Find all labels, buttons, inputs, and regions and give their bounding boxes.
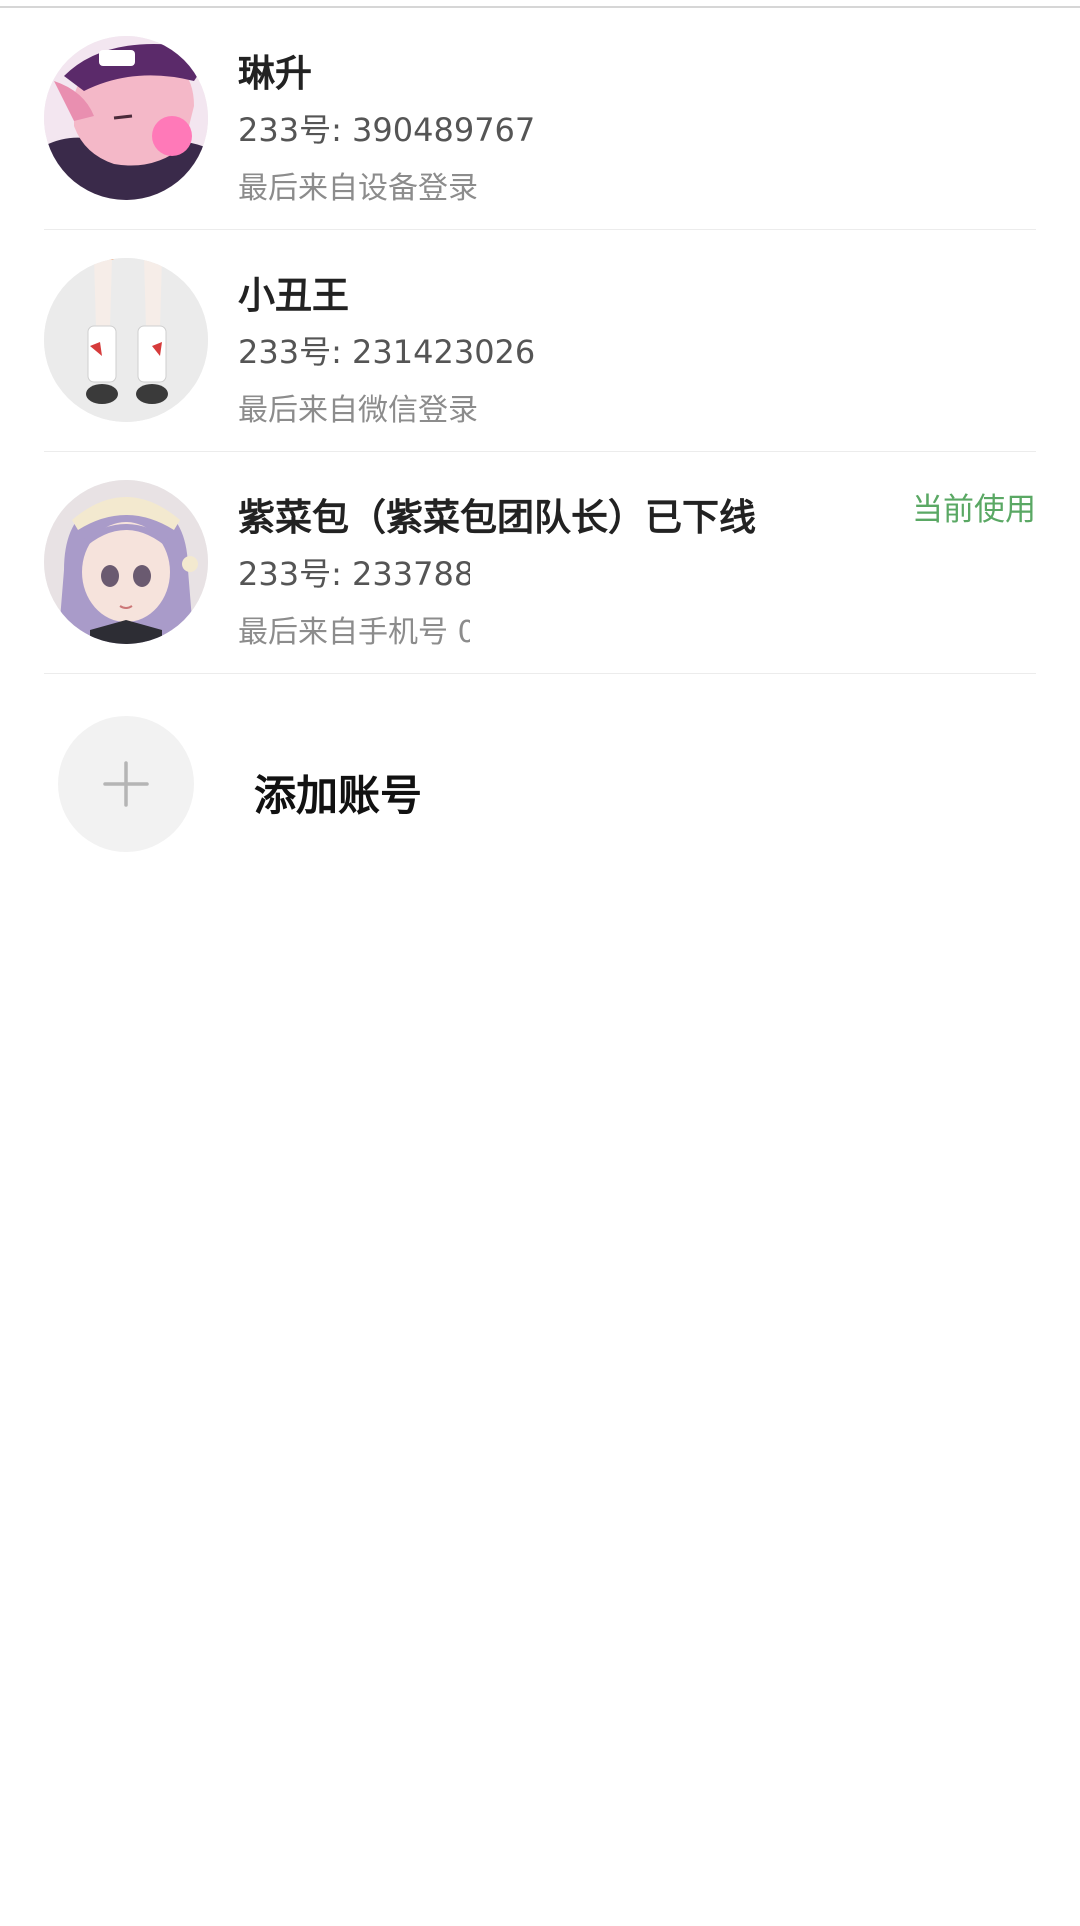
account-nickname: 琳升 <box>238 52 312 95</box>
account-row-current[interactable]: 紫菜包（紫菜包团队长）已下线 当前使用 233号: 23378889 最后来自手… <box>0 452 1080 676</box>
avatar <box>44 258 208 422</box>
current-account-badge: 当前使用 <box>912 492 1036 528</box>
last-login-method: 最后来自微信登录 <box>238 393 478 428</box>
account-row[interactable]: 琳升 233号: 390489767 最后来自设备登录 <box>0 8 1080 230</box>
account-nickname: 小丑王 <box>238 274 349 317</box>
anime-legs-avatar-icon <box>44 258 208 422</box>
account-nickname: 紫菜包（紫菜包团队长）已下线 <box>238 496 756 539</box>
account-row[interactable]: 小丑王 233号: 231423026 最后来自微信登录 <box>0 230 1080 452</box>
account-id: 233号: 390489767 <box>238 111 536 149</box>
account-id: 233号: 231423026 <box>238 333 536 371</box>
anime-boy-avatar-icon <box>44 36 208 200</box>
add-account-circle[interactable] <box>58 716 194 852</box>
redaction-patch <box>470 538 652 676</box>
plus-icon <box>103 761 149 807</box>
avatar <box>44 36 208 200</box>
top-divider <box>0 0 1080 8</box>
account-list: 琳升 233号: 390489767 最后来自设备登录 小丑王 233号: 23… <box>0 8 1080 676</box>
anime-girl-avatar-icon <box>44 480 208 644</box>
avatar <box>44 480 208 644</box>
add-account-button[interactable]: 添加账号 <box>0 716 1080 856</box>
last-login-method: 最后来自设备登录 <box>238 171 478 206</box>
add-account-label: 添加账号 <box>254 771 423 820</box>
